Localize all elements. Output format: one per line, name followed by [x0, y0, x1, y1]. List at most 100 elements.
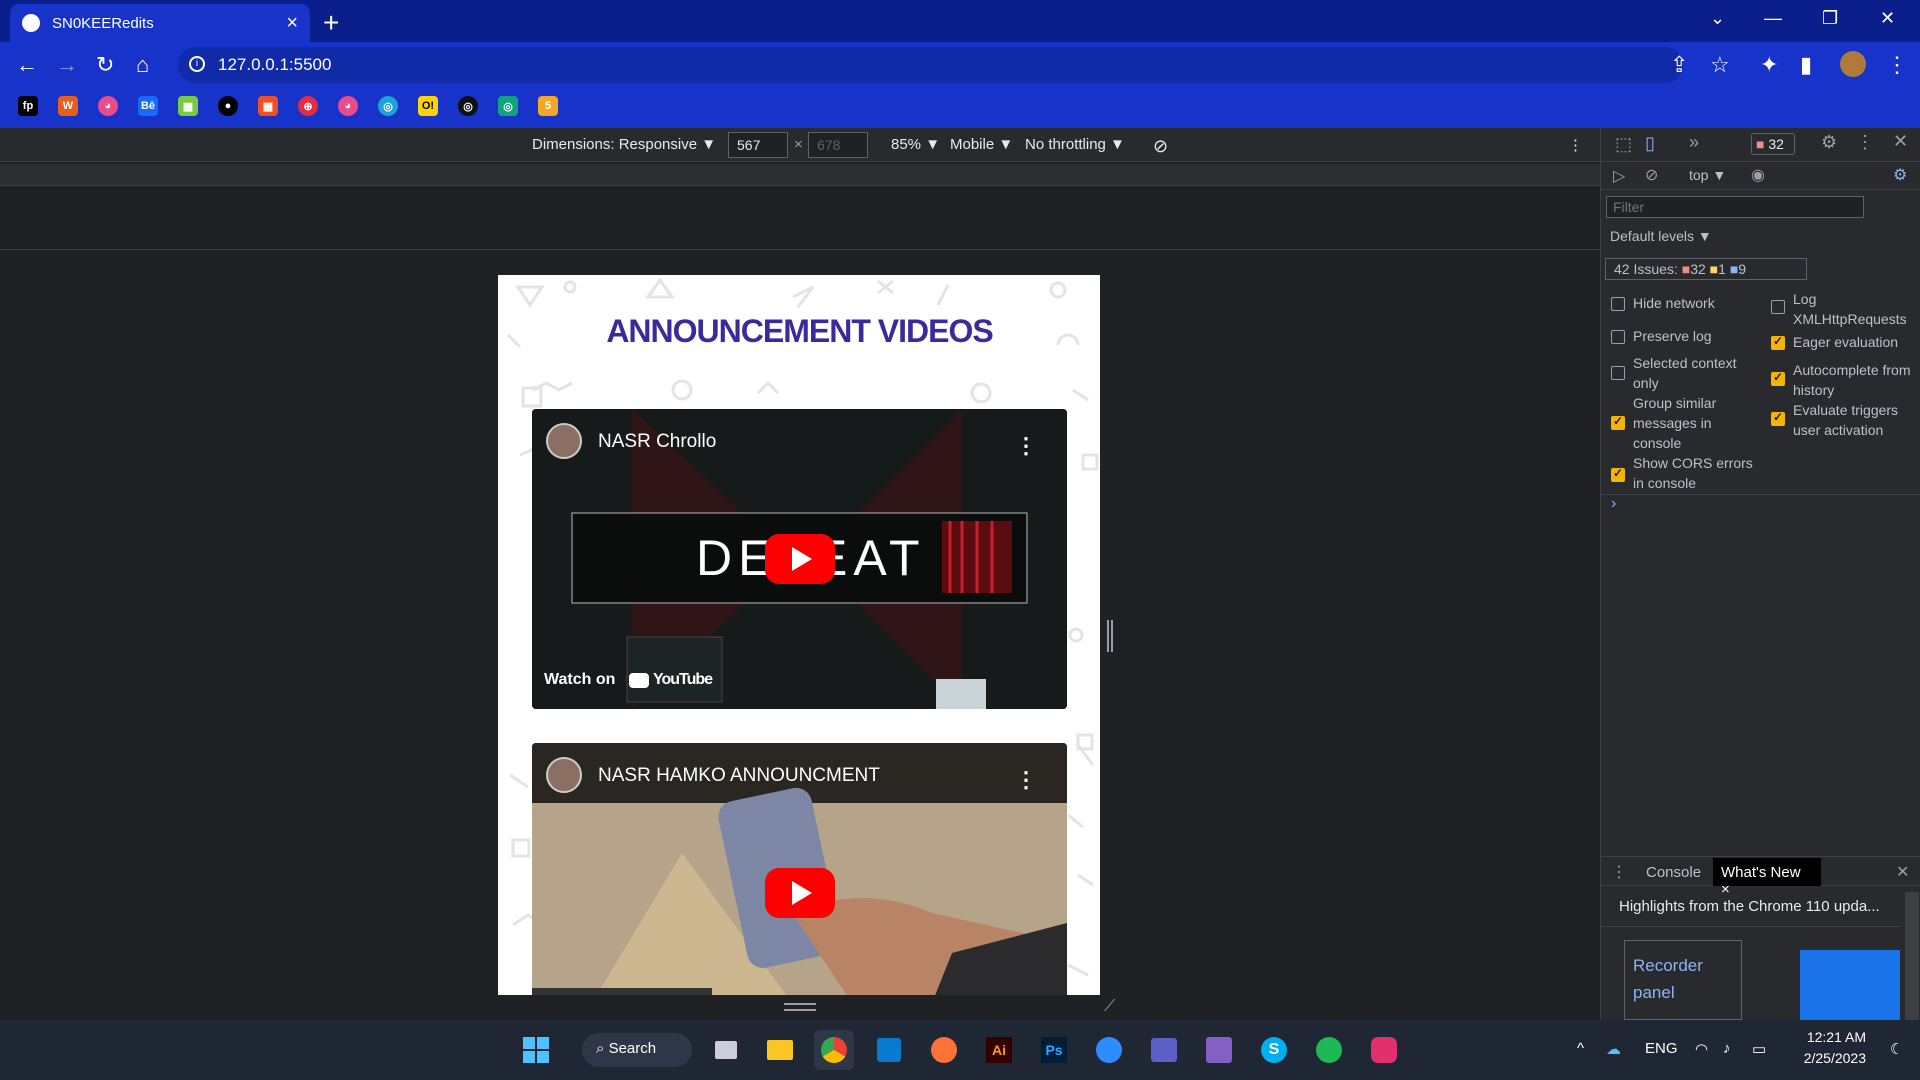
zoom-dropdown[interactable]: 85% ▼: [891, 136, 940, 153]
bookmark-icon[interactable]: 5: [538, 96, 558, 116]
bookmark-icon[interactable]: O!: [418, 96, 438, 116]
teams-icon[interactable]: [1144, 1030, 1184, 1070]
tab-close-icon[interactable]: ×: [1721, 881, 1730, 898]
media-query-bar[interactable]: [0, 164, 1600, 186]
hide-network-checkbox[interactable]: [1611, 297, 1625, 311]
chat-icon[interactable]: ◎: [458, 96, 478, 116]
side-panel-icon[interactable]: ▮: [1800, 52, 1812, 78]
channel-avatar[interactable]: [546, 757, 582, 793]
eager-evaluation-checkbox[interactable]: [1771, 334, 1785, 350]
tab-search-icon[interactable]: ⌄: [1710, 8, 1725, 29]
browser-tab-active[interactable]: SN0KEERedits ×: [10, 4, 310, 42]
preserve-log-checkbox[interactable]: [1611, 330, 1625, 344]
errors-badge[interactable]: ■ 32: [1751, 133, 1795, 155]
bookmark-star-icon[interactable]: ☆: [1710, 52, 1730, 78]
device-type-dropdown[interactable]: Mobile ▼: [950, 136, 1013, 153]
minimize-button[interactable]: —: [1764, 8, 1782, 29]
zoom-icon[interactable]: [1089, 1030, 1129, 1070]
issues-counter[interactable]: 42 Issues: ■32 ■1 ■9: [1605, 258, 1807, 280]
play-button[interactable]: [765, 534, 835, 584]
skype-icon[interactable]: S: [1254, 1030, 1294, 1070]
video-title[interactable]: NASR HAMKO ANNOUNCMENT: [598, 765, 880, 787]
spotify-icon[interactable]: [1309, 1030, 1349, 1070]
volume-icon[interactable]: ♪: [1723, 1040, 1731, 1057]
chrome-menu-icon[interactable]: ⋮: [1886, 52, 1908, 78]
console-settings-icon[interactable]: ⚙: [1893, 165, 1907, 185]
clock-time[interactable]: 12:21 AM: [1796, 1029, 1866, 1045]
profile-avatar[interactable]: [1840, 51, 1866, 77]
photoshop-icon[interactable]: Ps: [1034, 1030, 1074, 1070]
drawer-menu-icon[interactable]: ⋮: [1611, 862, 1627, 882]
behance-icon[interactable]: Bē: [138, 96, 158, 116]
clear-console-icon[interactable]: ⊘: [1645, 165, 1658, 185]
devtools-menu-icon[interactable]: ⋮: [1856, 132, 1874, 153]
corner-resize-handle[interactable]: ⟋: [1104, 998, 1115, 1016]
bookmark-icon[interactable]: ▦: [178, 96, 198, 116]
maximize-button[interactable]: ❐: [1822, 8, 1838, 29]
extensions-icon[interactable]: ✦: [1760, 52, 1778, 78]
more-tabs-icon[interactable]: »: [1689, 132, 1699, 153]
bookmark-icon[interactable]: ◎: [498, 96, 518, 116]
width-input[interactable]: 567: [728, 132, 788, 158]
sidebar-toggle-icon[interactable]: ▷: [1613, 166, 1625, 186]
show-cors-checkbox[interactable]: [1611, 466, 1625, 482]
start-button[interactable]: [516, 1030, 556, 1070]
dimensions-dropdown[interactable]: Dimensions: Responsive ▼: [532, 136, 716, 153]
console-filter-input[interactable]: [1606, 196, 1864, 218]
tab-whats-new[interactable]: What's New ×: [1713, 858, 1821, 898]
dribbble-icon[interactable]: ◕: [98, 96, 118, 116]
autocomplete-checkbox[interactable]: [1771, 370, 1785, 386]
close-drawer-icon[interactable]: ✕: [1896, 862, 1909, 882]
log-levels-dropdown[interactable]: Default levels ▼: [1610, 228, 1712, 244]
tray-overflow-icon[interactable]: ^: [1577, 1040, 1584, 1057]
chrome-icon[interactable]: [814, 1030, 854, 1070]
battery-icon[interactable]: ▭: [1752, 1040, 1766, 1058]
dribbble-icon[interactable]: ◕: [338, 96, 358, 116]
file-explorer-icon[interactable]: [760, 1030, 800, 1070]
evaluate-triggers-checkbox[interactable]: [1771, 410, 1785, 426]
microsoft-icon[interactable]: ▦: [258, 96, 278, 116]
reload-icon[interactable]: ↻: [96, 52, 114, 78]
right-resize-handle[interactable]: [1107, 620, 1113, 652]
device-toggle-icon[interactable]: ▯: [1645, 133, 1655, 154]
bookmark-icon[interactable]: W: [58, 96, 78, 116]
close-window-button[interactable]: ✕: [1880, 8, 1895, 29]
address-bar[interactable]: [178, 47, 1683, 83]
bookmark-icon[interactable]: ⊕: [298, 96, 318, 116]
do-not-disturb-icon[interactable]: ☾: [1890, 1040, 1903, 1058]
site-info-icon[interactable]: i: [189, 56, 205, 72]
video-menu-icon[interactable]: ⋮: [1015, 433, 1037, 459]
github-icon[interactable]: ●: [218, 96, 238, 116]
clock-date[interactable]: 2/25/2023: [1796, 1050, 1866, 1066]
firefox-icon[interactable]: [924, 1030, 964, 1070]
youtube-embed[interactable]: NASR Chrollo ⋮ DEFEAT Watch on YouTube: [532, 409, 1067, 709]
log-xhr-checkbox[interactable]: [1771, 300, 1785, 314]
recorder-card[interactable]: Recorder panel: [1624, 940, 1742, 1020]
watch-on-label[interactable]: Watch on: [544, 671, 615, 689]
task-view-icon[interactable]: [706, 1030, 746, 1070]
taskbar-search[interactable]: ⌕ Search: [582, 1033, 692, 1067]
tab-close-icon[interactable]: ×: [286, 12, 298, 35]
onedrive-icon[interactable]: ☁: [1606, 1040, 1621, 1058]
back-icon[interactable]: ←: [16, 52, 38, 78]
console-prompt[interactable]: ›: [1611, 495, 1616, 513]
play-button[interactable]: [765, 868, 835, 918]
visual-studio-icon[interactable]: [1199, 1030, 1239, 1070]
share-icon[interactable]: ⇪: [1670, 52, 1688, 78]
video-menu-icon[interactable]: ⋮: [1015, 767, 1037, 793]
inspect-element-icon[interactable]: ⬚: [1615, 134, 1632, 155]
context-selector[interactable]: top ▼: [1689, 167, 1726, 183]
home-icon[interactable]: ⌂: [136, 52, 149, 78]
wifi-icon[interactable]: ◠: [1695, 1040, 1708, 1058]
settings-gear-icon[interactable]: ⚙: [1821, 132, 1837, 153]
language-indicator[interactable]: ENG: [1645, 1040, 1678, 1057]
youtube-brand[interactable]: YouTube: [653, 671, 713, 689]
bookmark-icon[interactable]: fp: [18, 96, 38, 116]
device-toolbar-menu-icon[interactable]: ⋮: [1568, 136, 1583, 154]
height-input[interactable]: 678: [808, 132, 868, 158]
forward-icon[interactable]: →: [56, 52, 78, 78]
selected-context-checkbox[interactable]: [1611, 366, 1625, 380]
channel-avatar[interactable]: [546, 423, 582, 459]
vscode-icon[interactable]: [869, 1030, 909, 1070]
throttling-dropdown[interactable]: No throttling ▼: [1025, 136, 1125, 153]
